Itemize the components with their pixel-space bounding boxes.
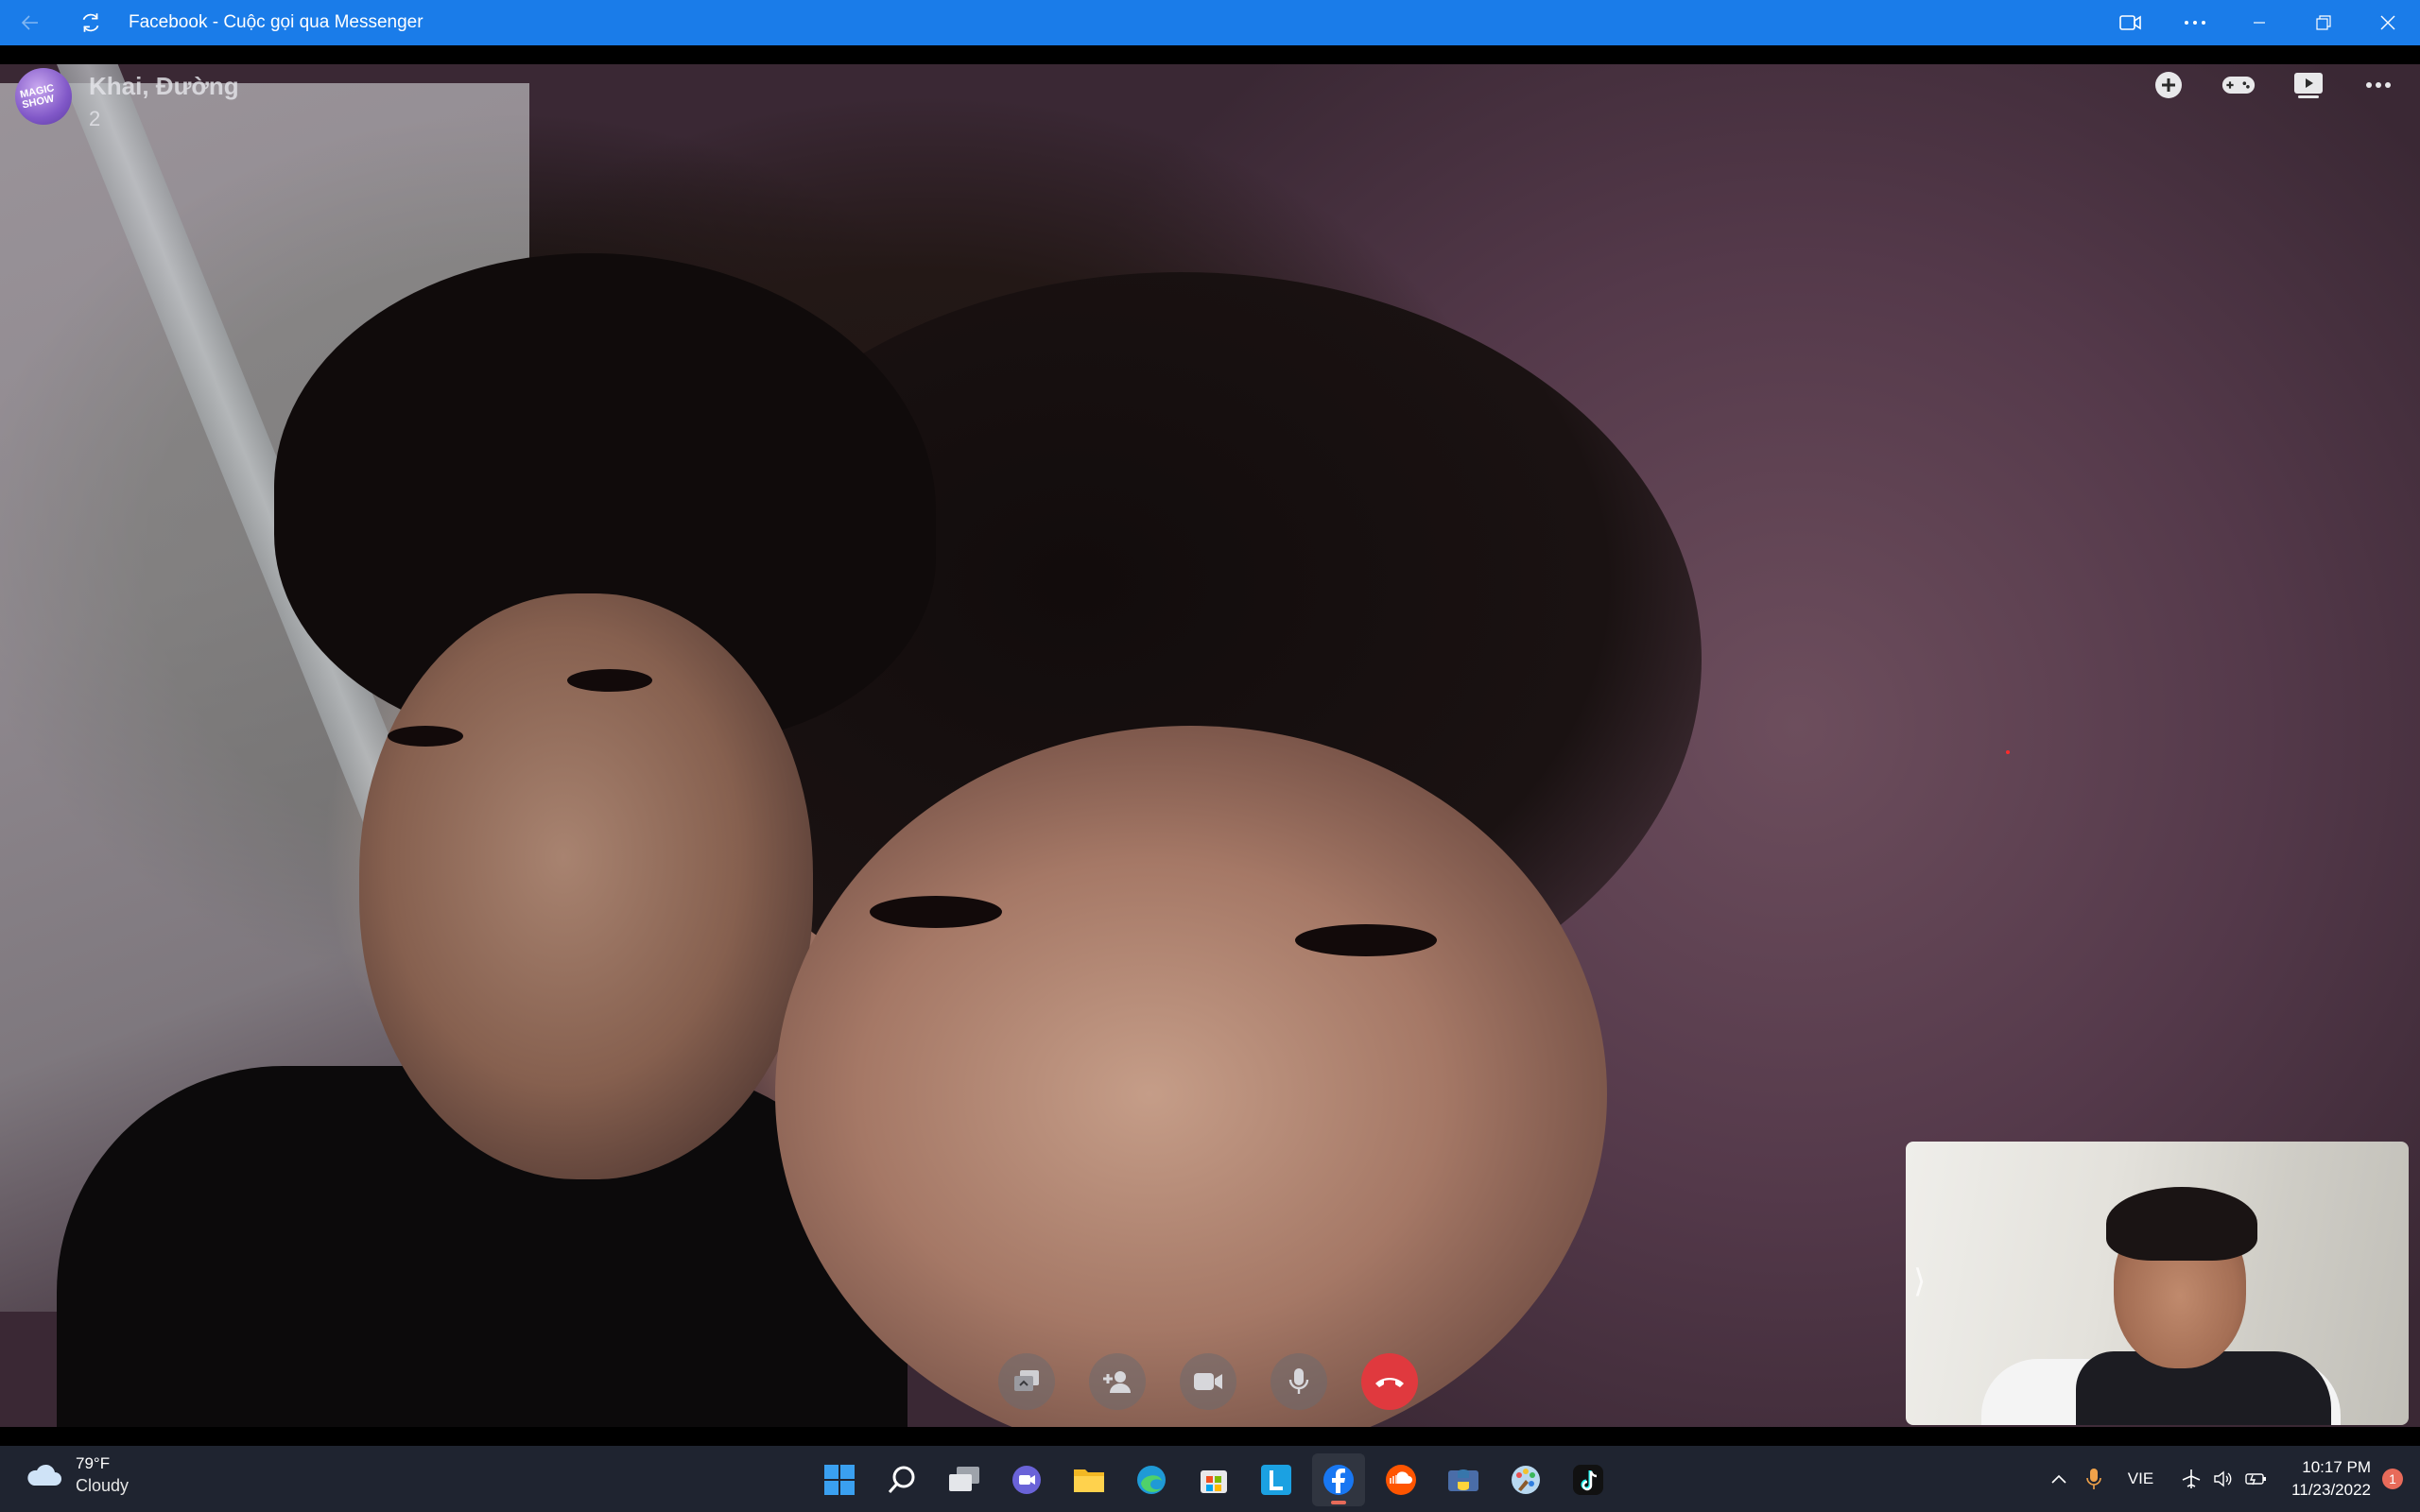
ellipsis-icon <box>2366 82 2391 88</box>
search-button[interactable] <box>875 1453 928 1506</box>
input-language[interactable]: VIE <box>2128 1469 2153 1488</box>
system-tray: VIE 10:17 PM 11/23/2022 1 <box>2041 1446 2420 1512</box>
weather-temperature: 79°F <box>76 1454 111 1472</box>
video-person-eye <box>1295 924 1437 956</box>
call-title: Khai, Đường <box>89 72 239 100</box>
close-icon <box>2380 15 2395 30</box>
video-call-button[interactable] <box>2099 0 2163 45</box>
self-video[interactable]: ⟩ <box>1906 1142 2409 1425</box>
avatar-label: MAGIC SHOW <box>19 82 56 112</box>
gamepad-icon <box>2221 77 2256 94</box>
call-more-button[interactable] <box>2361 68 2395 102</box>
video-person-face <box>775 726 1607 1427</box>
group-avatar[interactable]: MAGIC SHOW <box>15 68 72 125</box>
task-view-icon <box>949 1467 979 1491</box>
more-options-button[interactable] <box>2163 0 2227 45</box>
edge-icon <box>1137 1466 1166 1494</box>
back-button[interactable] <box>0 0 60 45</box>
clock-date: 11/23/2022 <box>2291 1481 2371 1499</box>
divider <box>0 45 2420 64</box>
window-titlebar: Facebook - Cuộc gọi qua Messenger <box>0 0 2420 45</box>
minimize-button[interactable] <box>2227 0 2291 45</box>
video-person-eye <box>870 896 1002 928</box>
close-button[interactable] <box>2356 0 2420 45</box>
cloud-icon <box>27 1464 62 1486</box>
l-app-icon <box>1261 1465 1291 1495</box>
python-button[interactable] <box>1437 1453 1490 1506</box>
video-red-dot <box>2006 750 2010 754</box>
weather-widget[interactable]: 79°F Cloudy <box>25 1453 129 1497</box>
facebook-icon <box>1323 1465 1354 1495</box>
paint-button[interactable] <box>1499 1453 1552 1506</box>
play-screen-icon <box>2294 73 2323 98</box>
minimize-icon <box>2254 22 2265 24</box>
notification-badge[interactable]: 1 <box>2382 1469 2403 1489</box>
teams-chat-button[interactable] <box>1000 1453 1053 1506</box>
video-camera-icon <box>1194 1373 1222 1390</box>
paint-icon <box>1512 1466 1540 1494</box>
file-explorer-icon <box>1074 1469 1104 1492</box>
microphone-icon <box>1288 1368 1309 1394</box>
airplane-icon <box>2182 1469 2201 1488</box>
clock-time: 10:17 PM <box>2302 1458 2371 1476</box>
battery-icon <box>2245 1473 2267 1486</box>
edge-button[interactable] <box>1125 1453 1178 1506</box>
start-button[interactable] <box>813 1453 866 1506</box>
tiktok-button[interactable] <box>1562 1453 1615 1506</box>
microphone-icon <box>2085 1469 2101 1489</box>
quick-settings-button[interactable] <box>2180 1468 2269 1490</box>
facebook-button[interactable] <box>1312 1453 1365 1506</box>
task-view-button[interactable] <box>938 1453 991 1506</box>
search-icon <box>888 1466 915 1493</box>
refresh-button[interactable] <box>60 0 121 45</box>
participant-count: 2 <box>89 107 101 130</box>
hang-up-icon <box>1375 1378 1404 1387</box>
restore-button[interactable] <box>2291 0 2356 45</box>
show-hidden-icons-button[interactable] <box>2050 1473 2067 1485</box>
camera-toggle-button[interactable] <box>1180 1353 1236 1410</box>
soundcloud-icon <box>1386 1465 1416 1495</box>
chevron-up-icon <box>2051 1474 2066 1484</box>
file-explorer-button[interactable] <box>1063 1453 1115 1506</box>
add-person-icon <box>1103 1371 1131 1393</box>
l-app-button[interactable] <box>1250 1453 1303 1506</box>
clock[interactable]: 10:17 PM 11/23/2022 <box>2291 1456 2371 1502</box>
add-people-button[interactable] <box>1089 1353 1146 1410</box>
volume-icon <box>2214 1470 2232 1487</box>
soundcloud-button[interactable] <box>1374 1453 1427 1506</box>
share-screen-button[interactable] <box>998 1353 1055 1410</box>
python-icon <box>1448 1469 1478 1491</box>
weather-condition: Cloudy <box>76 1476 130 1495</box>
microsoft-store-button[interactable] <box>1187 1453 1240 1506</box>
plus-circle-icon <box>2155 72 2182 98</box>
microphone-toggle-button[interactable] <box>1270 1353 1327 1410</box>
games-button[interactable] <box>2221 68 2256 102</box>
share-screen-icon <box>1014 1370 1039 1391</box>
call-top-actions <box>2152 64 2395 106</box>
arrow-left-icon <box>21 15 38 30</box>
taskbar-apps <box>813 1453 1615 1506</box>
teams-chat-icon <box>1012 1466 1041 1494</box>
taskbar: 79°F Cloudy VIE 10:17 PM 11/23/2022 1 <box>0 1446 2420 1512</box>
video-person-eye <box>388 726 463 747</box>
microsoft-store-icon <box>1201 1470 1227 1493</box>
add-button[interactable] <box>2152 68 2186 102</box>
video-camera-icon <box>2119 15 2141 30</box>
self-video-hair <box>2106 1187 2257 1261</box>
window-title: Facebook - Cuộc gọi qua Messenger <box>129 12 424 32</box>
restore-icon <box>2316 15 2331 30</box>
ellipsis-icon <box>2185 21 2205 25</box>
chevron-right-icon[interactable]: ⟩ <box>1913 1263 1926 1300</box>
video-person-eye <box>567 669 652 692</box>
call-controls <box>998 1353 1418 1410</box>
end-call-button[interactable] <box>1361 1353 1418 1410</box>
watch-together-button[interactable] <box>2291 68 2325 102</box>
call-header: MAGIC SHOW Khai, Đường 2 <box>0 64 254 149</box>
refresh-icon <box>82 13 99 32</box>
microphone-in-use-button[interactable] <box>2085 1468 2101 1490</box>
tiktok-icon <box>1573 1465 1603 1495</box>
start-icon <box>824 1465 855 1495</box>
